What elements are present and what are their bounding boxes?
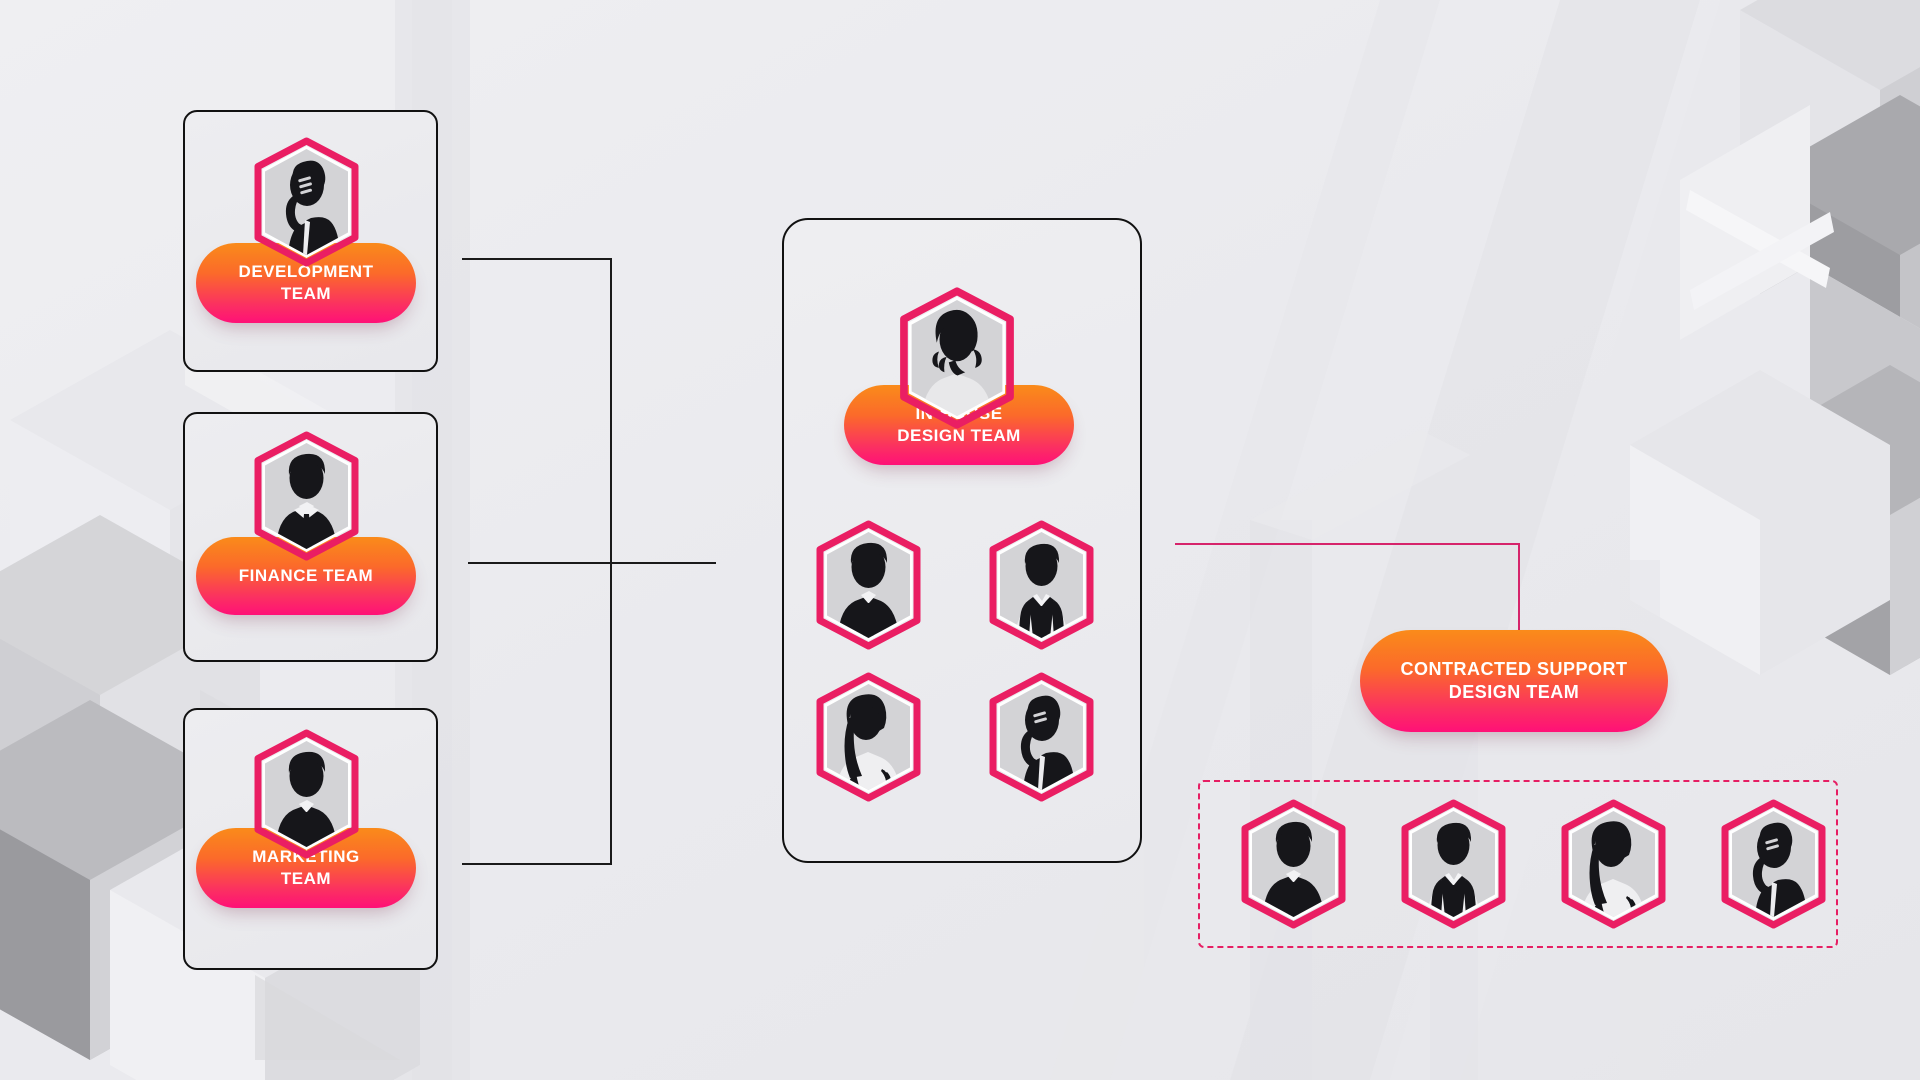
avatar-vest-man-icon xyxy=(1401,799,1506,929)
avatar-marketing-team[interactable] xyxy=(250,729,363,859)
avatar-in-house-lead[interactable] xyxy=(895,287,1019,429)
connector-finance-stub xyxy=(468,562,612,564)
avatar-in-house-member-1[interactable] xyxy=(812,520,925,650)
avatar-contractor-2[interactable] xyxy=(1397,799,1510,929)
right-cube-pattern xyxy=(1630,0,1920,675)
org-chart-diagram: DEVELOPMENT TEAM FINANCE TEAM MARKETING … xyxy=(0,0,1920,1080)
pill-contracted-support-design-team[interactable]: CONTRACTED SUPPORT DESIGN TEAM xyxy=(1360,630,1668,732)
connector-marketing-stub xyxy=(462,863,612,865)
avatar-long-hair-woman-icon xyxy=(1561,799,1666,929)
avatar-vest-man-icon xyxy=(989,520,1094,650)
pill-contracted-support-label: CONTRACTED SUPPORT DESIGN TEAM xyxy=(1400,658,1628,702)
avatar-in-house-member-3[interactable] xyxy=(812,672,925,802)
pill-finance-team-label: FINANCE TEAM xyxy=(238,566,374,586)
avatar-contractor-4[interactable] xyxy=(1717,799,1830,929)
pink-connector-horizontal xyxy=(1175,543,1520,545)
avatar-woman-bun-icon xyxy=(900,287,1014,429)
avatar-long-hair-woman-icon xyxy=(816,672,921,802)
pill-development-team-label: DEVELOPMENT TEAM xyxy=(238,262,374,303)
avatar-suited-man-icon xyxy=(816,520,921,650)
avatar-in-house-member-2[interactable] xyxy=(985,520,1098,650)
avatar-thinking-man-icon xyxy=(1721,799,1826,929)
avatar-suited-man-icon xyxy=(254,431,359,561)
connector-development-stub xyxy=(462,258,612,260)
avatar-thinking-man-icon xyxy=(254,137,359,267)
avatar-contractor-1[interactable] xyxy=(1237,799,1350,929)
avatar-suited-man-icon xyxy=(254,729,359,859)
connector-to-center-card xyxy=(610,562,716,564)
avatar-finance-team[interactable] xyxy=(250,431,363,561)
avatar-contractor-3[interactable] xyxy=(1557,799,1670,929)
avatar-development-team[interactable] xyxy=(250,137,363,267)
avatar-thinking-man-icon xyxy=(989,672,1094,802)
avatar-suited-man-icon xyxy=(1241,799,1346,929)
avatar-in-house-member-4[interactable] xyxy=(985,672,1098,802)
